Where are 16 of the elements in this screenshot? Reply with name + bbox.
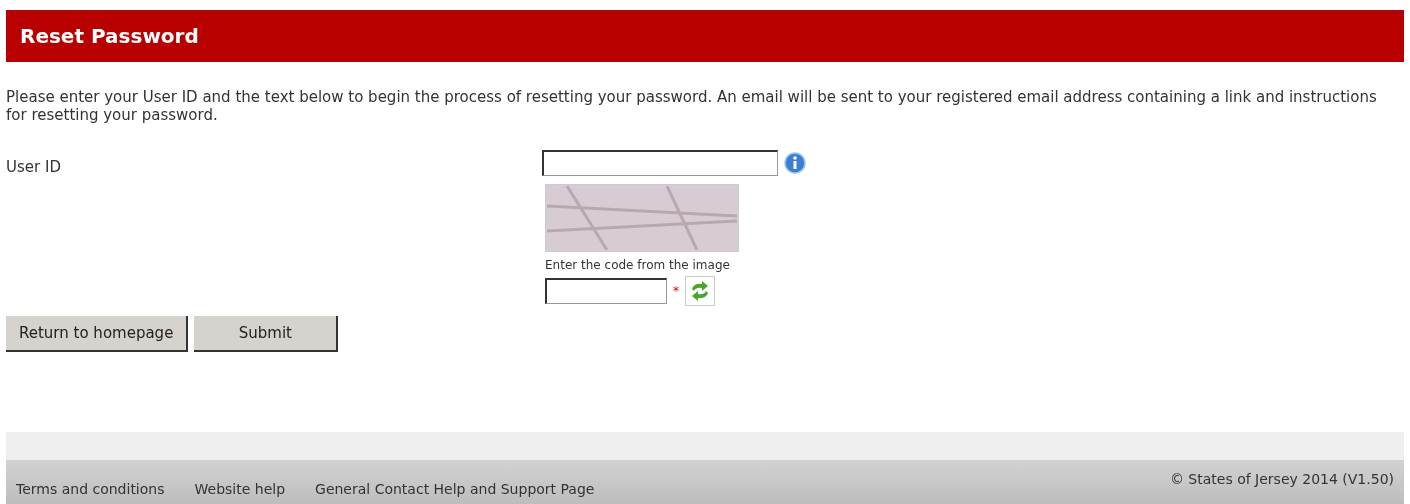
return-button[interactable]: Return to homepage (6, 316, 189, 352)
copyright-text: © States of Jersey 2014 (V1.50) (1169, 469, 1394, 489)
intro-text: Please enter your User ID and the text below to begin the process of resetting your password. An email will be sent to your registered email address containing a link and instructions for resetting your password. (6, 88, 1378, 124)
info-icon (784, 152, 806, 174)
user-id-field[interactable] (542, 150, 778, 176)
required-mark: * (673, 283, 679, 300)
footer-link[interactable]: General Contact Help and Support Page (315, 478, 595, 500)
captcha-hint: Enter the code from the image (545, 257, 731, 274)
user-id-label: User ID (6, 157, 62, 178)
footer-link[interactable]: Website help (194, 478, 286, 500)
submit-button[interactable]: Submit (194, 316, 339, 352)
footer-link[interactable]: Terms and conditions (16, 478, 165, 500)
refresh-arrows-icon (689, 280, 711, 302)
captcha-field[interactable] (545, 278, 667, 304)
refresh-button[interactable] (685, 276, 715, 306)
page-title: Reset Password (20, 23, 199, 50)
